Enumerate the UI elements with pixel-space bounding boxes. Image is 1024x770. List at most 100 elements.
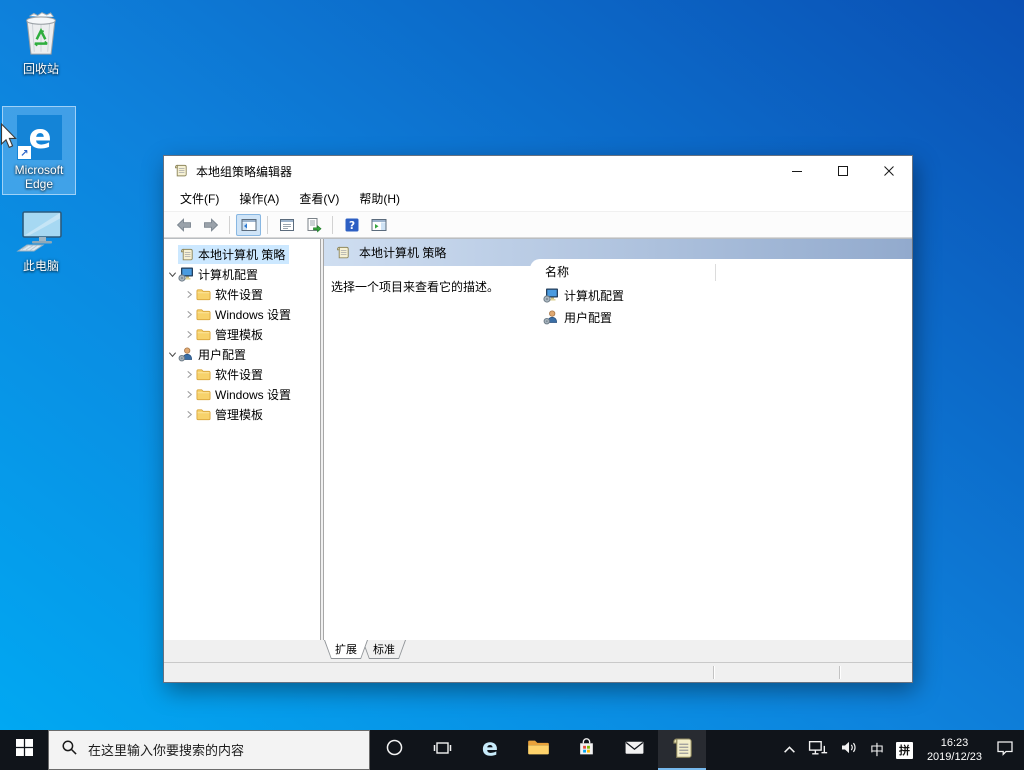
desktop-icon-recycle-bin[interactable]: 回收站: [4, 5, 78, 80]
menu-item[interactable]: 帮助(H): [349, 186, 410, 211]
tree-item[interactable]: 管理模板: [164, 324, 320, 344]
network-button[interactable]: [802, 730, 834, 770]
result-item[interactable]: 计算机配置: [530, 284, 912, 306]
taskbar-search[interactable]: [48, 730, 370, 770]
cortana-button[interactable]: [370, 730, 418, 770]
title-bar[interactable]: 本地组策略编辑器: [164, 156, 912, 186]
result-items-panel: 名称 计算机配置 用户配置: [530, 259, 912, 640]
close-button[interactable]: [866, 156, 912, 186]
edge-icon: e: [477, 733, 503, 766]
result-item[interactable]: 用户配置: [530, 306, 912, 328]
tree-item-label: 本地计算机 策略: [198, 247, 286, 262]
expand-chevron[interactable]: [167, 348, 178, 360]
ime-mode-button[interactable]: 拼: [890, 730, 919, 770]
back-button[interactable]: [171, 214, 196, 236]
help-button[interactable]: ?: [339, 214, 364, 236]
tree-item[interactable]: 管理模板: [164, 404, 320, 424]
expand-chevron[interactable]: [184, 308, 195, 320]
expand-chevron[interactable]: [184, 388, 195, 400]
desktop-icon-label: 此电脑: [22, 259, 59, 273]
search-input[interactable]: [88, 742, 357, 758]
expand-chevron[interactable]: [184, 368, 195, 380]
toolbar-separator: [332, 215, 333, 234]
clock-date: 2019/12/23: [926, 751, 982, 763]
column-divider[interactable]: [715, 264, 716, 281]
taskbar-file-explorer[interactable]: [514, 730, 562, 770]
desktop: 回收站 e ↗ Microsoft Edge 此电脑 本地组策略编辑器 文件(F…: [0, 0, 1024, 770]
tree-item-label: 软件设置: [215, 367, 264, 382]
folder-icon: [195, 326, 211, 342]
expand-chevron[interactable]: [184, 328, 195, 340]
desktop-icon-this-pc[interactable]: 此电脑: [4, 202, 78, 277]
toolbar-separator: [267, 215, 268, 234]
name-column-header[interactable]: 名称: [530, 259, 912, 284]
tree-item[interactable]: 本地计算机 策略: [164, 244, 320, 264]
start-button[interactable]: [0, 730, 48, 770]
tree-item[interactable]: 软件设置: [164, 284, 320, 304]
folder-icon: [195, 366, 211, 382]
menu-item[interactable]: 操作(A): [229, 186, 289, 211]
forward-button[interactable]: [198, 214, 223, 236]
task-view-button[interactable]: [418, 730, 466, 770]
tree-item-label: 管理模板: [215, 327, 264, 342]
show-action-pane-button[interactable]: [366, 214, 391, 236]
minimize-button[interactable]: [774, 156, 820, 186]
folder-icon: [195, 406, 211, 422]
svg-text:e: e: [482, 735, 498, 761]
tree-item-label: 用户配置: [198, 347, 247, 362]
tray-overflow-button[interactable]: [777, 730, 802, 770]
scroll-icon: [178, 246, 194, 262]
menu-bar: 文件(F) 操作(A) 查看(V) 帮助(H): [164, 186, 912, 212]
view-tab-label: 扩展: [325, 640, 367, 658]
cortana-icon: [385, 738, 404, 762]
system-tray: 中 拼 16:23 2019/12/23: [777, 730, 1024, 770]
view-tab-label: 标准: [363, 640, 405, 658]
tree-item[interactable]: 计算机配置: [164, 264, 320, 284]
menu-item[interactable]: 文件(F): [170, 186, 229, 211]
view-tab[interactable]: 标准: [362, 640, 406, 659]
tree-item[interactable]: 用户配置: [164, 344, 320, 364]
expand-chevron[interactable]: [184, 288, 195, 300]
result-item-label: 用户配置: [564, 310, 613, 325]
view-tab[interactable]: 扩展: [324, 640, 368, 659]
taskbar-store[interactable]: [562, 730, 610, 770]
svg-text:e: e: [28, 117, 51, 157]
taskbar-gpedit-active[interactable]: [658, 730, 706, 770]
toolbar: ?: [164, 212, 912, 238]
status-divider: [839, 666, 840, 679]
computer-icon: [178, 266, 194, 282]
status-bar: [164, 662, 912, 682]
speaker-icon: [840, 740, 858, 760]
tree-item-label: Windows 设置: [215, 307, 292, 322]
taskbar-mail[interactable]: [610, 730, 658, 770]
taskbar-edge[interactable]: e: [466, 730, 514, 770]
scroll-icon: [334, 245, 350, 261]
expand-chevron[interactable]: [167, 268, 178, 280]
status-divider: [713, 666, 714, 679]
tree-item[interactable]: 软件设置: [164, 364, 320, 384]
recycle-bin-icon: [18, 9, 64, 59]
maximize-button[interactable]: [820, 156, 866, 186]
store-icon: [577, 738, 596, 762]
volume-button[interactable]: [834, 730, 864, 770]
clock[interactable]: 16:23 2019/12/23: [919, 730, 990, 770]
expand-chevron[interactable]: [184, 408, 195, 420]
tree-item-label: 管理模板: [215, 407, 264, 422]
menu-item[interactable]: 查看(V): [289, 186, 349, 211]
mail-icon: [624, 739, 645, 761]
export-list-button[interactable]: [301, 214, 326, 236]
svg-text:↗: ↗: [20, 149, 28, 160]
ime-language-button[interactable]: 中: [864, 730, 890, 770]
window-title: 本地组策略编辑器: [196, 164, 293, 179]
properties-button[interactable]: [274, 214, 299, 236]
toolbar-separator: [229, 215, 230, 234]
tree-item[interactable]: Windows 设置: [164, 384, 320, 404]
mouse-cursor-icon: [0, 122, 17, 154]
tree-item[interactable]: Windows 设置: [164, 304, 320, 324]
tree-item-label: 计算机配置: [198, 267, 259, 282]
file-explorer-icon: [527, 738, 550, 762]
action-center-button[interactable]: [990, 730, 1020, 770]
network-icon: [808, 740, 828, 761]
task-view-icon: [433, 740, 452, 761]
show-console-tree-button[interactable]: [236, 213, 261, 236]
